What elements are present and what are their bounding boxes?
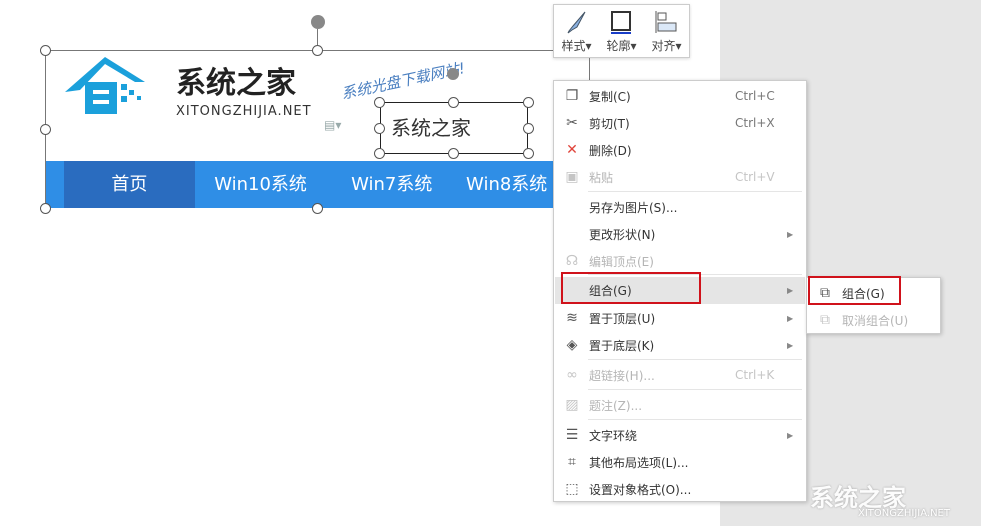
rotate-handle[interactable]: [311, 15, 325, 29]
bring-front-icon: ≋: [566, 310, 578, 326]
menu-label: 文字环绕: [589, 428, 638, 443]
menu-label: 另存为图片(S)...: [589, 200, 678, 215]
align-button[interactable]: 对齐▾: [651, 9, 682, 57]
nav-win7[interactable]: Win7系统: [326, 161, 457, 208]
caption-icon: ▨: [565, 397, 579, 413]
menu-cut[interactable]: ✂ 剪切(T) Ctrl+X: [555, 110, 805, 136]
resize-handle[interactable]: [448, 148, 459, 159]
menu-shortcut: Ctrl+K: [735, 368, 775, 382]
menu-label: 剪切(T): [589, 116, 630, 131]
menu-label: 复制(C): [589, 89, 631, 104]
menu-shortcut: Ctrl+V: [735, 170, 775, 184]
menu-send-to-back[interactable]: ◈ 置于底层(K) ▶: [555, 332, 805, 358]
submenu-arrow-icon: ▶: [787, 430, 794, 440]
resize-handle[interactable]: [374, 123, 385, 134]
site-logo: [65, 52, 165, 125]
cut-icon: ✂: [566, 115, 578, 131]
menu-label: 编辑顶点(E): [589, 254, 654, 269]
menu-more-layout[interactable]: ⌗ 其他布局选项(L)...: [555, 449, 805, 475]
outline-icon: [611, 11, 632, 34]
resize-handle[interactable]: [40, 124, 51, 135]
link-icon: ∞: [566, 367, 578, 383]
menu-label: 设置对象格式(O)...: [589, 482, 692, 497]
resize-handle[interactable]: [523, 148, 534, 159]
submenu-arrow-icon: ▶: [787, 313, 794, 323]
submenu-ungroup[interactable]: ⧉ 取消组合(U): [808, 307, 940, 333]
outline-label: 轮廓: [606, 39, 631, 53]
menu-paste[interactable]: ▣ 粘贴 Ctrl+V: [555, 164, 805, 190]
style-button[interactable]: 样式▾: [561, 9, 592, 57]
align-icon: [655, 11, 677, 33]
menu-separator: [588, 419, 802, 420]
menu-label: 置于底层(K): [589, 338, 655, 353]
menu-save-as-picture[interactable]: 另存为图片(S)...: [555, 194, 805, 220]
paste-icon: ▣: [565, 169, 579, 185]
resize-handle[interactable]: [40, 203, 51, 214]
menu-copy[interactable]: ❐ 复制(C) Ctrl+C: [555, 83, 805, 109]
menu-label: 取消组合(U): [842, 313, 909, 328]
menu-shortcut: Ctrl+C: [735, 89, 775, 103]
menu-label: 粘贴: [589, 170, 614, 185]
highlight-box: [808, 276, 901, 305]
logo-title: 系统之家: [176, 66, 296, 101]
menu-separator: [588, 191, 802, 192]
align-label: 对齐: [651, 39, 676, 53]
menu-label: 超链接(H)...: [589, 368, 655, 383]
text-wrap-icon: ☰: [565, 427, 579, 443]
format-object-icon: ⬚: [565, 481, 579, 497]
textbox[interactable]: 系统之家: [380, 102, 528, 154]
menu-label: 其他布局选项(L)...: [589, 455, 689, 470]
menu-label: 置于顶层(U): [589, 311, 656, 326]
menu-label: 删除(D): [589, 143, 632, 158]
menu-bring-to-front[interactable]: ≋ 置于顶层(U) ▶: [555, 305, 805, 331]
nav-home[interactable]: 首页: [63, 161, 195, 208]
ungroup-icon: ⧉: [820, 312, 830, 328]
menu-label: 题注(Z)...: [589, 398, 643, 413]
style-label: 样式: [561, 39, 586, 53]
submenu-arrow-icon: ▶: [787, 340, 794, 350]
menu-caption[interactable]: ▨ 题注(Z)...: [555, 392, 805, 418]
menu-label: 更改形状(N): [589, 227, 656, 242]
menu-edit-points[interactable]: ☊ 编辑顶点(E): [555, 248, 805, 274]
menu-text-wrap[interactable]: ☰ 文字环绕 ▶: [555, 422, 805, 448]
resize-handle[interactable]: [523, 123, 534, 134]
connector-line: [589, 58, 590, 80]
menu-change-shape[interactable]: 更改形状(N) ▶: [555, 221, 805, 247]
outline-button[interactable]: 轮廓▾: [606, 9, 637, 57]
nav-win8[interactable]: Win8系统: [457, 161, 556, 208]
nav-win10[interactable]: Win10系统: [195, 161, 326, 208]
menu-separator: [588, 389, 802, 390]
mini-toolbar: 样式▾ 轮廓▾ 对齐▾: [553, 4, 690, 58]
highlight-box: [561, 272, 701, 304]
send-back-icon: ◈: [566, 337, 578, 353]
layout-options-icon[interactable]: ▤▾: [324, 118, 341, 132]
brush-icon: [568, 11, 586, 34]
resize-handle[interactable]: [40, 45, 51, 56]
menu-delete[interactable]: ✕ 删除(D): [555, 137, 805, 163]
delete-icon: ✕: [566, 142, 578, 158]
layout-icon: ⌗: [568, 454, 576, 470]
resize-handle[interactable]: [374, 148, 385, 159]
logo-domain: XITONGZHIJIA.NET: [176, 104, 312, 119]
resize-handle[interactable]: [523, 97, 534, 108]
watermark-domain: XITONGZHIJIA.NET: [858, 508, 950, 519]
submenu-arrow-icon: ▶: [787, 286, 794, 295]
menu-shortcut: Ctrl+X: [735, 116, 775, 130]
menu-hyperlink[interactable]: ∞ 超链接(H)... Ctrl+K: [555, 362, 805, 388]
resize-handle[interactable]: [448, 97, 459, 108]
resize-handle[interactable]: [312, 203, 323, 214]
edit-points-icon: ☊: [565, 253, 579, 269]
menu-format-object[interactable]: ⬚ 设置对象格式(O)...: [555, 476, 805, 502]
resize-handle[interactable]: [374, 97, 385, 108]
menu-separator: [588, 359, 802, 360]
site-nav: 首页 Win10系统 Win7系统 Win8系统: [46, 161, 556, 208]
submenu-arrow-icon: ▶: [787, 229, 794, 239]
rotate-handle[interactable]: [447, 68, 459, 80]
resize-handle[interactable]: [312, 45, 323, 56]
copy-icon: ❐: [565, 88, 579, 104]
